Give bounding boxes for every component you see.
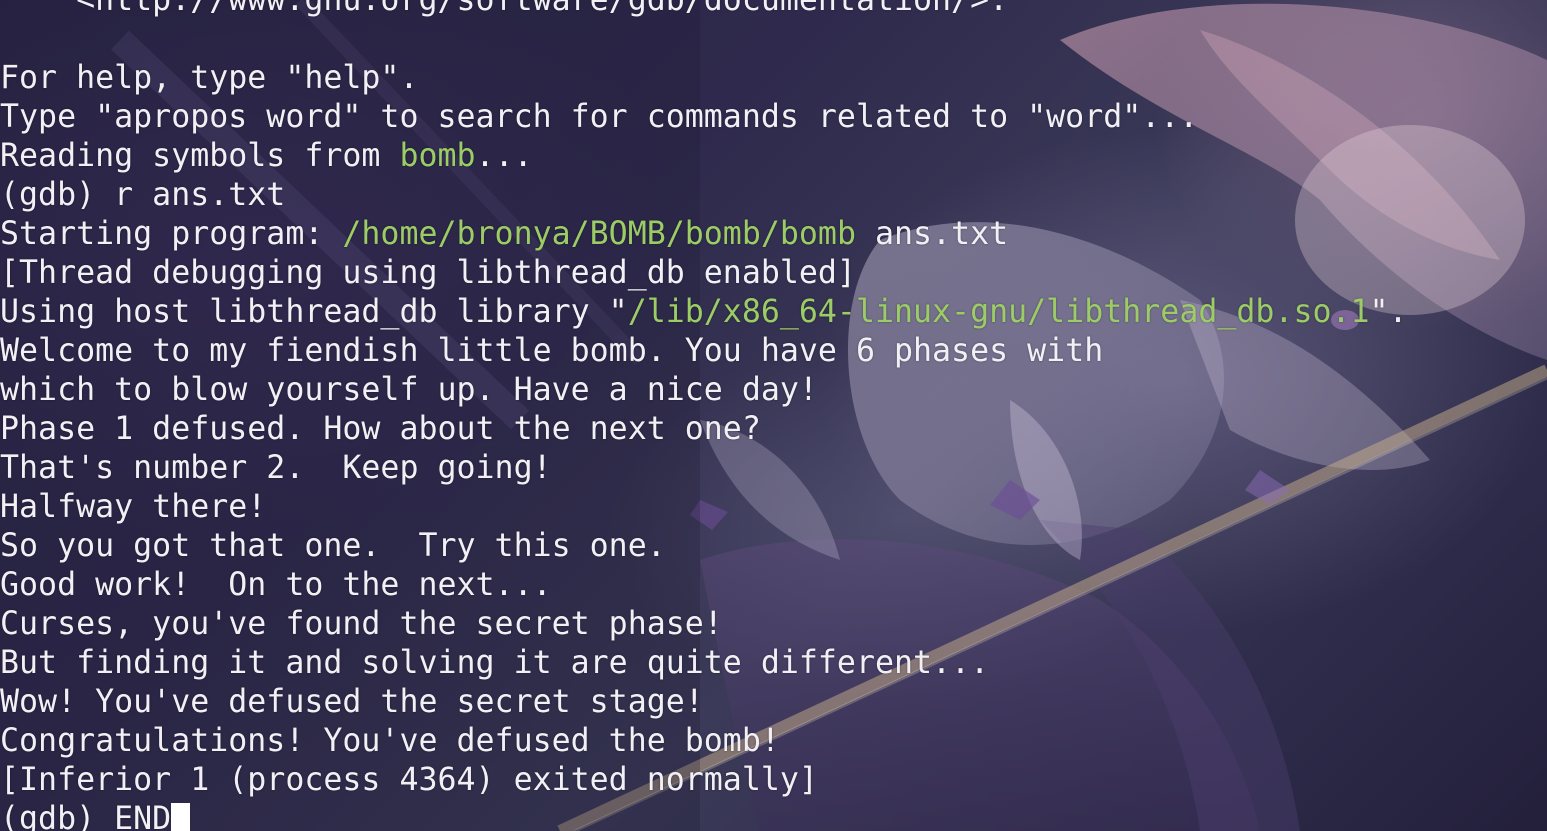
terminal-text: Phase 1 defused. How about the next one?: [0, 411, 761, 447]
terminal-line: For help, type "help".: [0, 59, 1408, 98]
terminal-line: Using host libthread_db library "/lib/x8…: [0, 293, 1408, 332]
terminal-text: Reading symbols from: [0, 138, 400, 174]
terminal-text: ans.txt: [855, 216, 1009, 252]
terminal-line: But finding it and solving it are quite …: [0, 644, 1408, 683]
terminal-text: Halfway there!: [0, 489, 267, 525]
terminal-line: Reading symbols from bomb...: [0, 137, 1408, 176]
terminal-text: [Inferior 1 (process 4364) exited normal…: [0, 762, 818, 798]
terminal-line: Type "apropos word" to search for comman…: [0, 98, 1408, 137]
terminal-line: Wow! You've defused the secret stage!: [0, 683, 1408, 722]
terminal-line: Phase 1 defused. How about the next one?: [0, 410, 1408, 449]
terminal-line: Congratulations! You've defused the bomb…: [0, 722, 1408, 761]
terminal-text: That's number 2. Keep going!: [0, 450, 552, 486]
terminal-text: Good work! On to the next...: [0, 567, 552, 603]
terminal-text: (gdb) r ans.txt: [0, 177, 286, 213]
terminal-line: That's number 2. Keep going!: [0, 449, 1408, 488]
terminal-window[interactable]: <http://www.gnu.org/software/gdb/documen…: [0, 0, 1547, 831]
terminal-text: For help, type "help".: [0, 60, 419, 96]
highlighted-path-text: /lib/x86_64-linux-gnu/libthread_db.so.1: [627, 294, 1370, 330]
terminal-text: But finding it and solving it are quite …: [0, 645, 990, 681]
terminal-text: Welcome to my fiendish little bomb. You …: [0, 333, 1104, 369]
terminal-line: Halfway there!: [0, 488, 1408, 527]
terminal-text: Starting program:: [0, 216, 343, 252]
text-cursor: [171, 803, 191, 831]
terminal-line: (gdb) r ans.txt: [0, 176, 1408, 215]
highlighted-path-text: /home/bronya/BOMB/bomb/bomb: [342, 216, 856, 252]
terminal-text: ".: [1369, 294, 1408, 330]
terminal-line: Good work! On to the next...: [0, 566, 1408, 605]
terminal-text: So you got that one. Try this one.: [0, 528, 666, 564]
terminal-text: Using host libthread_db library ": [0, 294, 628, 330]
terminal-text: Type "apropos word" to search for comman…: [0, 99, 1199, 135]
terminal-text: Wow! You've defused the secret stage!: [0, 684, 704, 720]
terminal-line: which to blow yourself up. Have a nice d…: [0, 371, 1408, 410]
terminal-line: Starting program: /home/bronya/BOMB/bomb…: [0, 215, 1408, 254]
terminal-output: <http://www.gnu.org/software/gdb/documen…: [0, 0, 1408, 831]
terminal-text: <http://www.gnu.org/software/gdb/documen…: [0, 0, 1009, 18]
terminal-text: ...: [475, 138, 533, 174]
terminal-prompt-line[interactable]: (gdb) END: [0, 800, 1408, 831]
terminal-text: Curses, you've found the secret phase!: [0, 606, 723, 642]
terminal-text: [Thread debugging using libthread_db ena…: [0, 255, 856, 291]
highlighted-path-text: bomb: [399, 138, 476, 174]
terminal-line: Curses, you've found the secret phase!: [0, 605, 1408, 644]
terminal-line: Welcome to my fiendish little bomb. You …: [0, 332, 1408, 371]
terminal-line: [Inferior 1 (process 4364) exited normal…: [0, 761, 1408, 800]
terminal-line: <http://www.gnu.org/software/gdb/documen…: [0, 0, 1408, 20]
terminal-line: So you got that one. Try this one.: [0, 527, 1408, 566]
terminal-text: (gdb) END: [0, 801, 172, 831]
terminal-line: [Thread debugging using libthread_db ena…: [0, 254, 1408, 293]
terminal-text: Congratulations! You've defused the bomb…: [0, 723, 780, 759]
terminal-text: which to blow yourself up. Have a nice d…: [0, 372, 818, 408]
